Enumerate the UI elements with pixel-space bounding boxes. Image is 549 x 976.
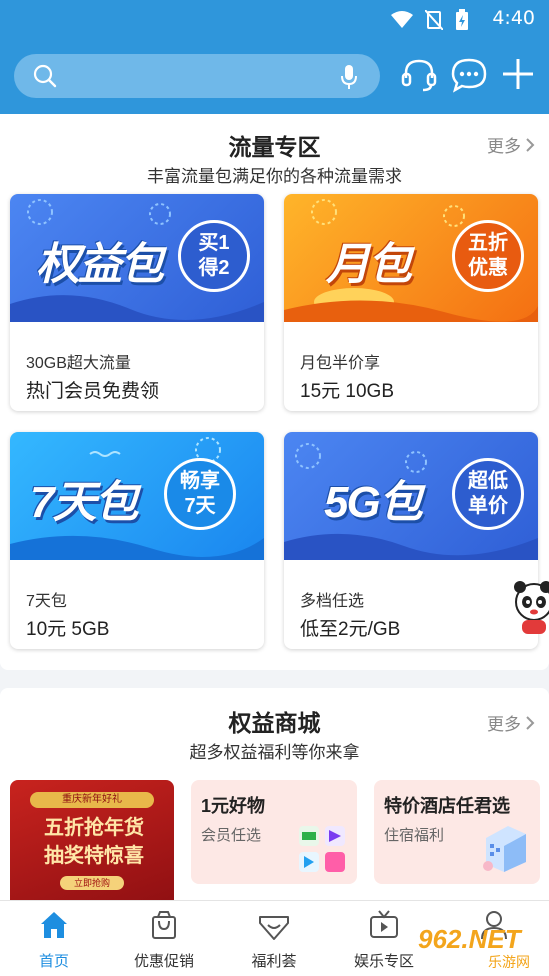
banner-badge: 超低 单价 [452,458,524,530]
badge-line: 畅享 [180,470,220,492]
tab-label: 首页 [38,953,69,970]
search-icon [33,64,57,88]
one-yuan-goods-card[interactable]: 1元好物 会员任选 [191,780,357,884]
message-icon[interactable] [450,56,488,94]
package-line2: 15元 10GB [300,381,394,402]
new-year-promo-banner[interactable]: 重庆新年好礼 五折抢年货抽奖特惊喜 立即抢购 [10,780,174,910]
section-subtitle: 丰富流量包满足你的各种流量需求 [147,167,402,186]
package-card-7day[interactable]: 7天包 畅享 7天 7天包 10元 5GB [10,432,264,649]
microphone-icon[interactable] [340,63,358,91]
section-title: 权益商城 [228,710,321,736]
badge-line: 优惠 [468,257,508,279]
video-app-logos-icon [299,826,345,872]
promo-top-label: 重庆新年好礼 [30,792,154,808]
banner-badge: 五折 优惠 [452,220,524,292]
banner-title: 权益包 [36,240,164,289]
chevron-right-icon [526,715,535,730]
package-card-monthly[interactable]: 月包 五折优惠 月包半价享 15元 10GB [284,194,538,411]
package-line2: 热门会员免费领 [26,381,160,402]
more-label: 更多 [487,137,521,156]
card-subtitle: 住宿福利 [384,827,445,844]
headset-service-icon[interactable] [400,56,438,94]
badge-line: 7天 [184,495,216,517]
card-subtitle: 会员任选 [201,827,262,844]
hotel-deals-card[interactable]: 特价酒店任君选 住宿福利 [374,780,540,884]
home-icon [41,912,67,938]
more-link[interactable]: 更多 [487,132,535,157]
package-banner: 权益包 买1 得2 [10,194,264,322]
badge-line: 买1 [198,232,230,254]
card-title: 1元好物 [201,796,266,816]
tab-promotions[interactable]: 优惠促销 [114,909,214,971]
watermark-logo: 962.NET 乐游网 [414,924,546,972]
banner-title: 5G包 [324,478,423,527]
banner-badge: 畅享 7天 [164,458,236,530]
wifi-icon [391,11,413,28]
badge-line: 五折 [468,232,508,254]
traffic-section: 流量专区 丰富流量包满足你的各种流量需求 更多 权益包 买1 得2 30GB超大流… [0,114,549,670]
section-title: 流量专区 [228,134,321,160]
watermark-sub: 乐游网 [488,954,530,970]
package-line2: 10元 5GB [26,619,110,640]
banner-title: 月包 [326,240,412,289]
tv-icon [370,910,398,938]
badge-line: 超低 [468,470,508,492]
package-card-5g[interactable]: 5G包 超低单价 多档任选 低至2元/GB [284,432,538,649]
package-line1: 30GB超大流量 [26,355,131,372]
tab-home[interactable]: 首页 [4,909,104,971]
chevron-right-icon [526,137,535,152]
tab-welfare[interactable]: 福利荟 [224,909,324,971]
battery-charging-icon [456,9,468,30]
package-card-equity[interactable]: 权益包 买1 得2 30GB超大流量 热门会员免费领 [10,194,264,411]
gift-heart-icon [259,916,289,940]
promo-line: 五折抢年货 [44,817,144,839]
section-subtitle: 超多权益福利等你来拿 [189,743,360,762]
promo-buy-button[interactable]: 立即抢购 [60,876,124,890]
panda-mascot-icon[interactable] [508,578,549,638]
mall-section: 权益商城 超多权益福利等你来拿 更多 重庆新年好礼 五折抢年货抽奖特惊喜 立即抢… [0,688,549,910]
clock: 4:40 [492,7,535,29]
tab-label: 福利荟 [251,953,297,970]
package-line2: 低至2元/GB [300,619,401,640]
badge-line: 得2 [198,257,230,279]
banner-title: 7天包 [30,478,138,527]
more-link[interactable]: 更多 [487,710,535,735]
search-input[interactable] [14,54,380,98]
promo-headline: 五折抢年货抽奖特惊喜 [24,814,164,870]
no-signal-icon [425,10,443,30]
tab-label: 优惠促销 [133,953,194,970]
badge-line: 单价 [468,495,508,517]
more-label: 更多 [487,715,521,734]
package-line1: 多档任选 [300,593,365,610]
shopping-bag-icon [152,911,176,939]
package-banner: 7天包 畅享 7天 [10,432,264,560]
promo-line: 抽奖特惊喜 [44,845,144,867]
status-icons [391,9,469,31]
package-banner: 5G包 超低单价 [284,432,538,560]
watermark-brand: 962.NET [418,924,521,954]
add-icon[interactable] [500,56,536,92]
hotel-building-icon [483,826,526,872]
card-title: 特价酒店任君选 [384,796,510,816]
banner-badge: 买1 得2 [178,220,250,292]
header-bar [0,38,549,114]
package-line1: 月包半价享 [300,355,381,372]
package-banner: 月包 五折优惠 [284,194,538,322]
package-line1: 7天包 [26,593,67,610]
status-bar: 4:40 [0,0,549,38]
